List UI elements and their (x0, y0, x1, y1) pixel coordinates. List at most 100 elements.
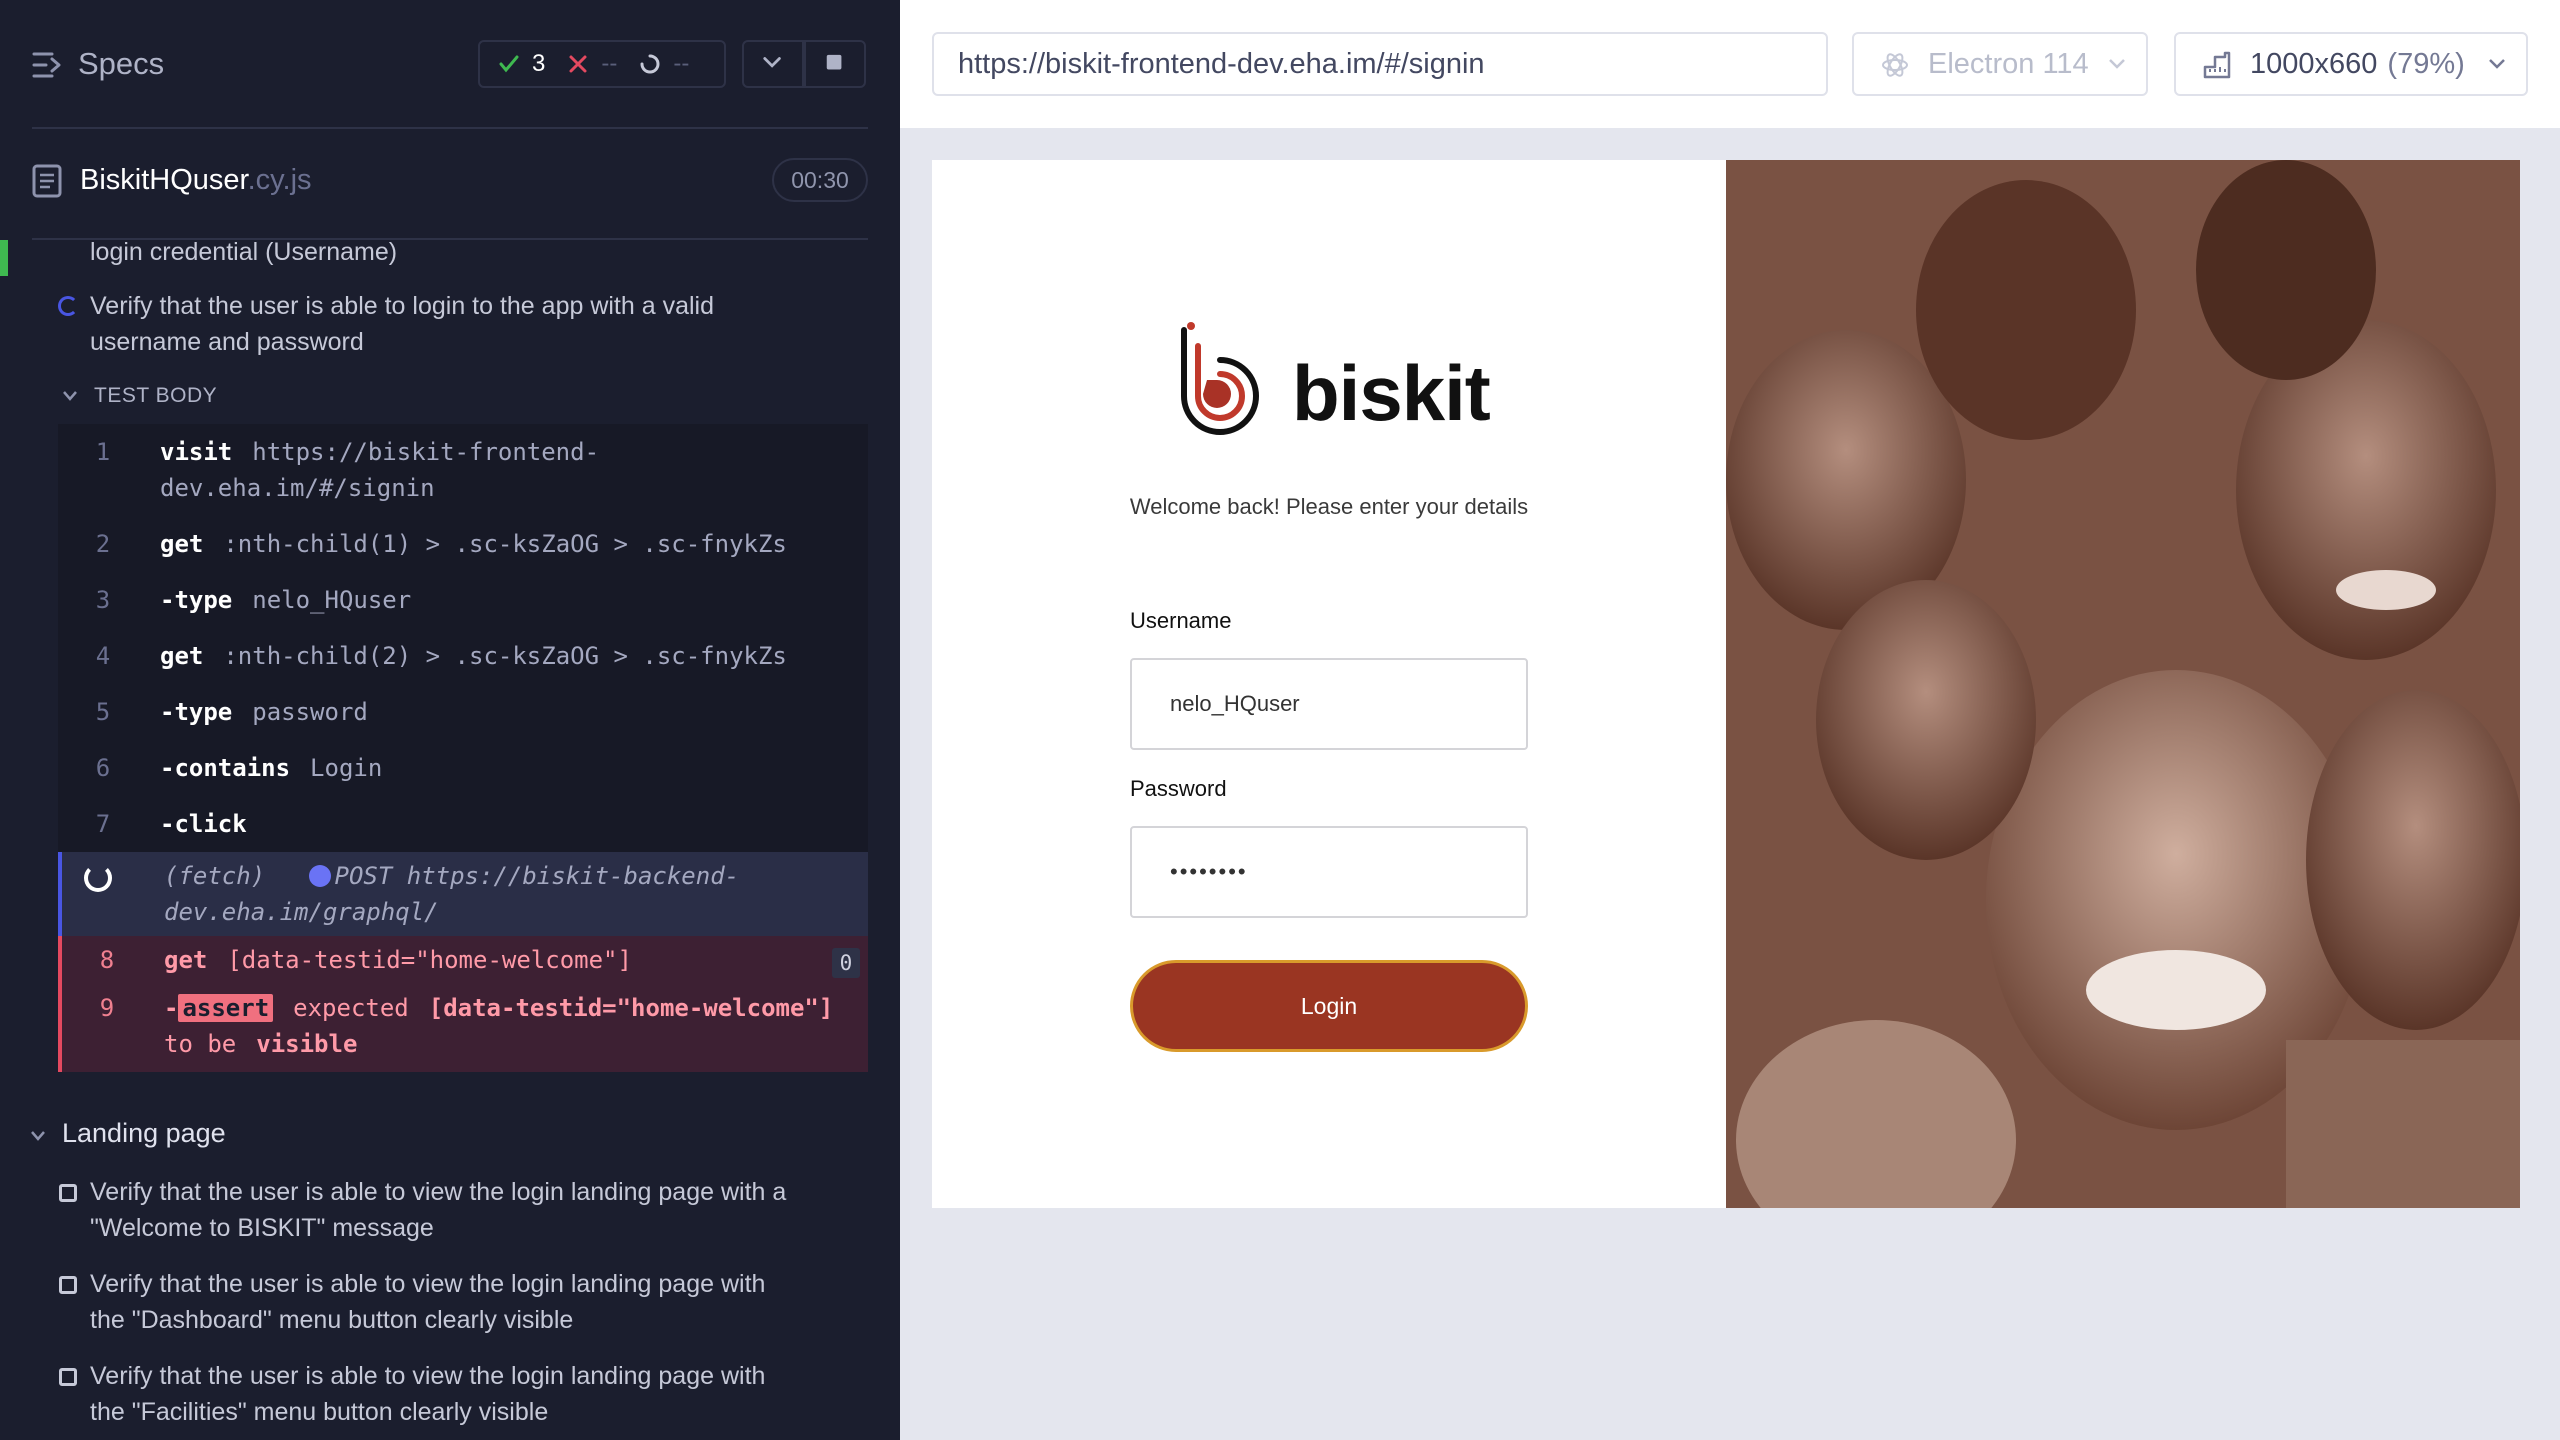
command-row[interactable]: 3 -type nelo_HQuser (58, 572, 868, 628)
password-label: Password (1130, 776, 1227, 801)
test-body-header[interactable]: TEST BODY (94, 384, 217, 408)
assert-text: expected (293, 994, 409, 1022)
command-name: get (164, 946, 208, 974)
assert-value: visible (256, 1030, 358, 1058)
pending-test-line2: the "Dashboard" menu button clearly visi… (90, 1306, 574, 1334)
specs-list-icon[interactable] (32, 50, 64, 80)
hero-photo (1726, 160, 2520, 1208)
command-arg: dev.eha.im/#/signin (160, 474, 435, 502)
command-arg: :nth-child(1) > .sc-ksZaOG > .sc-fnykZs (223, 530, 787, 558)
command-number: 3 (95, 586, 111, 614)
specs-title[interactable]: Specs (78, 46, 164, 82)
chevron-down-icon[interactable] (30, 1130, 46, 1142)
command-row[interactable]: 1 visit https://biskit-frontend-dev.eha.i… (58, 424, 868, 516)
passed-count: 3 (532, 50, 546, 77)
command-name: -type (160, 586, 233, 614)
stop-button[interactable] (804, 40, 866, 88)
pending-test[interactable]: Verify that the user is able to view the… (90, 1266, 860, 1338)
cypress-reporter: Specs 3 -- -- BiskitHQuser.cy.js 00:30 l… (0, 0, 900, 1440)
username-label: Username (1130, 608, 1232, 633)
command-number: 2 (95, 530, 111, 558)
fetch-request: POST https://biskit-backend- (334, 862, 740, 890)
spec-duration: 00:30 (772, 158, 868, 202)
aut-header: https://biskit-frontend-dev.eha.im/#/sig… (900, 0, 2560, 128)
command-name: visit (160, 438, 233, 466)
login-pane: biskit Welcome back! Please enter your d… (932, 160, 1726, 1208)
pending-count: -- (673, 50, 690, 77)
command-name: get (160, 642, 204, 670)
command-row[interactable]: 2 get :nth-child(1) > .sc-ksZaOG > .sc-fn… (58, 516, 868, 572)
collapse-button[interactable] (742, 40, 804, 88)
spec-header: BiskitHQuser.cy.js 00:30 (0, 150, 900, 240)
test-title-partial[interactable]: login credential (Username) (90, 234, 397, 270)
pending-test-icon (59, 1368, 77, 1386)
biskit-logo-icon (1181, 322, 1259, 435)
children-photo-image (1726, 160, 2520, 1208)
chevron-down-icon (2489, 59, 2505, 69)
login-button[interactable]: Login (1130, 960, 1528, 1052)
suite-title[interactable]: Landing page (62, 1118, 226, 1149)
pending-test[interactable]: Verify that the user is able to view the… (90, 1358, 860, 1430)
chevron-down-icon[interactable] (62, 390, 78, 402)
failed-assert-row[interactable]: 9 - assert expected [data-testid="home-welc… (58, 984, 868, 1072)
command-row[interactable]: 4 get:nth-child(2) > .sc-ksZaOG > .sc-fn… (58, 628, 868, 684)
assert-selector: [data-testid="home-welcome"] (428, 994, 834, 1022)
command-arg: :nth-child(2) > .sc-ksZaOG > .sc-fnykZs (223, 642, 787, 670)
running-test-line2: username and password (90, 328, 364, 356)
check-icon (499, 55, 519, 73)
spec-filename[interactable]: BiskitHQuser.cy.js (80, 164, 312, 197)
assert-dash: - (164, 994, 179, 1022)
brand-wordmark: biskit (1292, 349, 1491, 437)
chevron-down-icon (763, 57, 781, 68)
pass-indicator (0, 240, 8, 276)
url-bar[interactable]: https://biskit-frontend-dev.eha.im/#/sig… (932, 32, 1828, 96)
fetch-request-cont: dev.eha.im/graphql/ (164, 898, 439, 926)
passed-stat: 3 (498, 50, 545, 78)
viewport-selector[interactable]: 1000x660 (79%) (2174, 32, 2528, 96)
command-row[interactable]: 7 -click (58, 796, 868, 852)
assert-text: to be (164, 1030, 237, 1058)
command-name: -type (160, 698, 233, 726)
command-arg: [data-testid="home-welcome"] (227, 946, 632, 974)
command-number: 1 (95, 438, 111, 466)
running-test-title[interactable]: Verify that the user is able to login to… (90, 288, 714, 360)
password-field[interactable]: •••••••• (1130, 826, 1528, 918)
stop-icon (826, 54, 842, 70)
viewport-scale: (79%) (2387, 48, 2465, 80)
pending-test-line1: Verify that the user is able to view the… (90, 1178, 787, 1206)
pending-test[interactable]: Verify that the user is able to view the… (90, 1174, 860, 1246)
reporter-toolbar: Specs 3 -- -- (0, 0, 900, 128)
command-name: get (160, 530, 204, 558)
pending-test-icon (59, 1184, 77, 1202)
ruler-icon (2203, 51, 2231, 79)
browser-name: Electron 114 (1928, 48, 2089, 80)
command-arg: Login (310, 754, 383, 782)
running-icon (58, 296, 78, 316)
chevron-down-icon (2109, 59, 2125, 69)
username-field[interactable]: nelo_HQuser (1130, 658, 1528, 750)
pending-stat: -- (639, 50, 689, 78)
pending-test-line1: Verify that the user is able to view the… (90, 1270, 766, 1298)
welcome-text: Welcome back! Please enter your details (1129, 494, 1529, 519)
command-row[interactable]: 6 -contains Login (58, 740, 868, 796)
failed-stat: -- (567, 50, 617, 78)
command-number: 8 (99, 946, 115, 974)
spinner-icon (640, 54, 660, 74)
command-number: 5 (95, 698, 111, 726)
pending-dot-icon (308, 865, 331, 887)
x-icon (569, 55, 587, 73)
command-arg: password (252, 698, 368, 726)
command-log: 1 visit https://biskit-frontend-dev.eha.i… (58, 424, 868, 1072)
file-icon (32, 164, 62, 198)
fetch-command-row[interactable]: (fetch) POST https://biskit-backend-dev.… (58, 852, 868, 936)
failed-get-row[interactable]: 8 get [data-testid="home-welcome"] 0 (58, 936, 868, 984)
app-iframe: biskit Welcome back! Please enter your d… (932, 160, 2520, 1208)
test-stats: 3 -- -- (478, 40, 726, 88)
pending-test-line2: the "Facilities" menu button clearly vis… (90, 1398, 549, 1426)
pending-test-line2: "Welcome to BISKIT" message (90, 1214, 434, 1242)
command-arg: https://biskit-frontend- (252, 438, 600, 466)
browser-selector[interactable]: Electron 114 (1852, 32, 2148, 96)
command-row[interactable]: 5 -type password (58, 684, 868, 740)
command-name: -click (160, 810, 247, 838)
command-number: 6 (95, 754, 111, 782)
